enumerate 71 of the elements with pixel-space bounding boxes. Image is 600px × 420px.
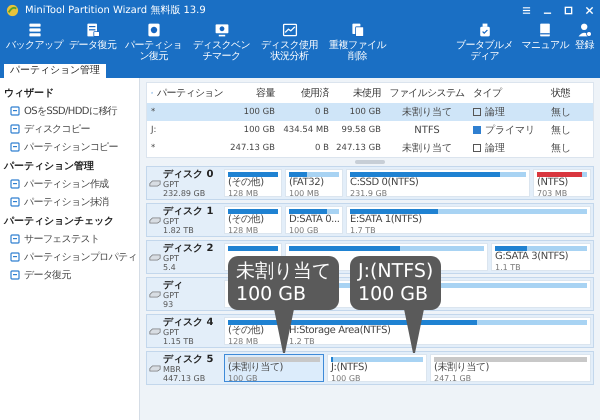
partition-label: (その他) <box>228 214 265 226</box>
disk-size: 447.13 GB <box>163 374 206 382</box>
table-cell-text: 100 GB <box>242 107 276 117</box>
disk-size: 232.89 GB <box>163 188 206 198</box>
callout-tooltip: 未割り当て 100 GB <box>228 256 339 310</box>
table-cell: プライマリ <box>469 123 547 137</box>
table-cell: 論理 <box>469 105 547 119</box>
disk-name: ディスク 5 <box>163 354 214 364</box>
disk-style: GPT <box>163 216 180 226</box>
table-cell-text: * <box>150 143 156 153</box>
partition-label: H:Storage Area(NTFS) <box>289 325 392 337</box>
disk-style: MBR <box>163 364 182 374</box>
disk-name: ディ <box>163 280 183 290</box>
partition-label: (その他) <box>228 325 265 337</box>
disk-style: GPT <box>163 180 180 188</box>
partition-label: C:SSD 0(NTFS) <box>350 177 420 189</box>
disk-style: GPT <box>163 328 180 336</box>
partition-size: 100 GB <box>228 374 258 383</box>
table-cell-text: 0 B <box>314 107 330 117</box>
partition-size: 100 GB <box>331 374 362 383</box>
partition-size: 1.7 TB <box>350 226 377 235</box>
partition-size: 128 MB <box>228 226 260 235</box>
table-cell: 論理 <box>469 141 547 155</box>
table-cell-text: 247.13 GB <box>335 143 382 153</box>
section-heading: パーティションチェック <box>4 215 115 228</box>
partition-size: 703 MB <box>537 189 568 198</box>
disk-size: 1.15 TB <box>163 336 195 346</box>
partition-label: D:SATA 0... <box>289 214 339 226</box>
disk-style: GPT <box>163 254 180 262</box>
disk-size: 5.4 <box>163 262 177 272</box>
table-cell-text: 無し <box>550 142 572 155</box>
partition-size: 100 MB <box>289 189 320 198</box>
disk-style: GPT <box>163 290 180 300</box>
partition-size: 100 GB <box>289 226 320 235</box>
table-cell-text: J: <box>150 125 158 135</box>
partition-size: 1.2 TB <box>289 337 316 346</box>
partition-label: (FAT32) <box>289 177 325 189</box>
table-cell-text: 434.54 MB <box>282 125 330 135</box>
table-cell-text: NTFS <box>413 124 441 136</box>
partition-size: 231.9 GB <box>350 189 388 198</box>
disk-size: 93 <box>163 300 174 308</box>
partition-size: 128 MB <box>228 189 260 198</box>
section-heading: パーティション管理 <box>4 160 95 173</box>
partition-label: (未割り当て) <box>434 362 490 374</box>
disk-name: ディスク 0 <box>163 168 214 180</box>
table-cell-text: 99.58 GB <box>340 125 382 135</box>
disk-name: ディスク 1 <box>163 206 214 216</box>
table-cell-text: 100 GB <box>242 125 276 135</box>
partition-label: (未割り当て) <box>228 362 284 374</box>
table-cell-text: 無し <box>550 124 572 137</box>
partition-size: 128 MB <box>228 337 260 346</box>
partition-label: J:(NTFS) <box>331 362 368 374</box>
window-title: MiniTool Partition Wizard 無料版 13.9 <box>25 4 206 17</box>
table-cell-text: 未割り当て <box>401 142 453 155</box>
partition-label: G:SATA 3(NTFS) <box>495 251 570 263</box>
table-cell-text: 無し <box>550 106 572 119</box>
partition-size: 247.1 GB <box>434 374 472 383</box>
callout-tooltip: J:(NTFS) 100 GB <box>350 256 442 310</box>
section-heading: ウィザード <box>4 86 55 100</box>
partition-label: E:SATA 1(NTFS) <box>350 214 423 226</box>
table-cell-text: 未割り当て <box>401 106 453 119</box>
table-cell-text: 247.13 GB <box>229 143 276 153</box>
partition-size: 1.1 TB <box>495 263 522 272</box>
disk-size: 1.82 TB <box>163 226 195 234</box>
table-cell-text: 0 B <box>314 143 330 153</box>
disk-name: ディスク 4 <box>163 316 214 328</box>
table-cell-text: * <box>150 107 156 117</box>
partition-label: (NTFS) <box>537 177 569 189</box>
disk-name: ディスク 2 <box>163 242 214 254</box>
table-cell-text: 100 GB <box>348 107 382 117</box>
partition-label: (その他) <box>228 177 265 189</box>
